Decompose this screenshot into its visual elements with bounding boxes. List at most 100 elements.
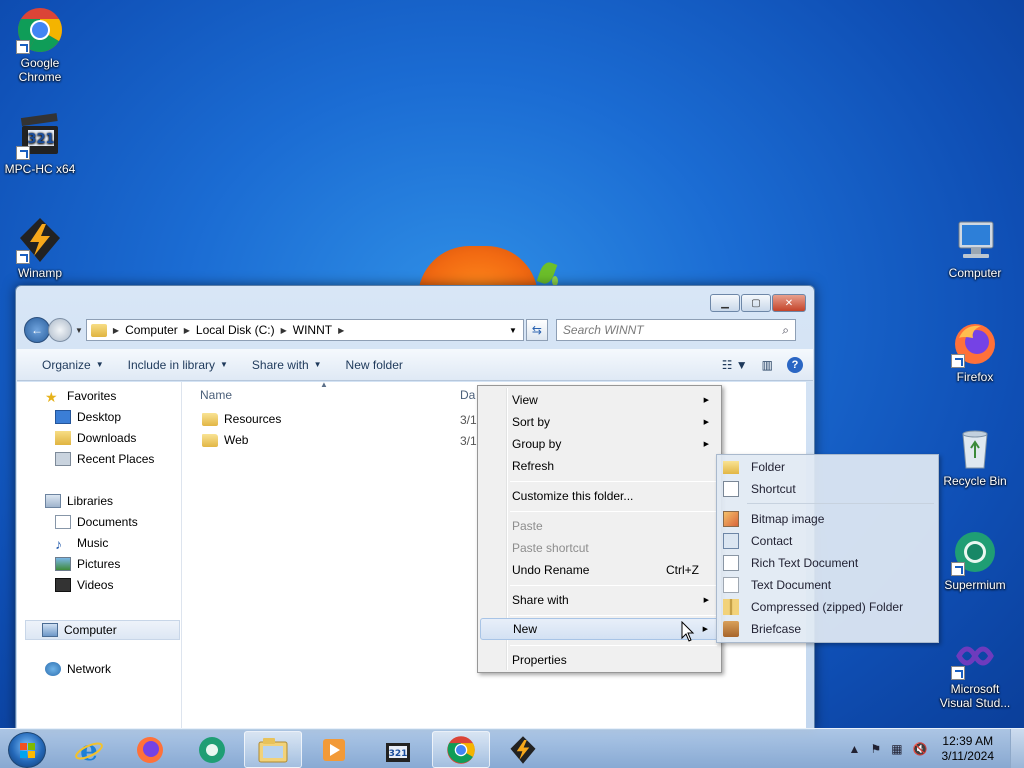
network-status-icon[interactable]: ▦ — [891, 742, 902, 756]
desktop-icon-computer[interactable]: Computer — [935, 216, 1015, 280]
desktop-icon-mpc-hc[interactable]: 321 MPC-HC x64 — [0, 112, 80, 176]
nav-videos[interactable]: Videos — [55, 578, 113, 592]
show-hidden-icons-icon[interactable]: ▲ — [849, 742, 861, 756]
back-button[interactable]: ← — [24, 317, 50, 343]
new-shortcut-item[interactable]: Shortcut — [719, 478, 796, 500]
shortcut-icon — [723, 481, 739, 497]
taskbar-file-explorer[interactable] — [244, 731, 302, 768]
taskbar-firefox[interactable] — [121, 731, 179, 768]
show-desktop-button[interactable] — [1010, 729, 1024, 768]
chevron-right-icon[interactable]: ▶ — [184, 326, 190, 335]
address-bar[interactable]: ▶ Computer ▶ Local Disk (C:) ▶ WINNT ▶ ▼ — [85, 319, 524, 341]
computer-icon — [42, 623, 58, 637]
menu-item-refresh[interactable]: Refresh — [480, 455, 719, 477]
new-text-item[interactable]: Text Document — [719, 574, 831, 596]
navigation-pane: ★ Favorites Desktop Downloads Recent Pla… — [17, 382, 182, 729]
chevron-right-icon[interactable]: ▶ — [338, 326, 344, 335]
address-dropdown[interactable]: ▼ — [509, 326, 523, 335]
nav-computer[interactable]: Computer — [25, 620, 180, 640]
desktop-icon-firefox[interactable]: Firefox — [935, 320, 1015, 384]
nav-desktop[interactable]: Desktop — [55, 410, 121, 424]
close-button[interactable]: ✕ — [772, 294, 806, 312]
file-name: Resources — [224, 412, 282, 426]
taskbar-winamp[interactable] — [494, 731, 552, 768]
supermium-icon — [199, 736, 225, 763]
nav-network[interactable]: Network — [45, 662, 111, 676]
desktop-icon-recycle-bin[interactable]: Recycle Bin — [935, 424, 1015, 488]
desktop-icon-label: Supermium — [944, 578, 1006, 592]
organize-button[interactable]: Organize ▼ — [17, 358, 116, 372]
caret-down-icon: ▼ — [95, 360, 104, 369]
new-bitmap-item[interactable]: Bitmap image — [719, 508, 824, 530]
breadcrumb-winnt[interactable]: WINNT — [293, 323, 332, 337]
recent-places-icon — [55, 452, 71, 466]
view-options-icon[interactable]: ☷ ▼ — [722, 358, 748, 372]
taskbar-mpc-hc[interactable]: 321 — [369, 731, 427, 768]
chevron-right-icon[interactable]: ▶ — [113, 326, 119, 335]
menu-item-view[interactable]: View ▶ — [480, 389, 719, 411]
new-briefcase-item[interactable]: Briefcase — [719, 618, 801, 640]
desktop-icon-supermium[interactable]: Supermium — [935, 528, 1015, 592]
menu-item-undo-rename[interactable]: Undo Rename Ctrl+Z — [480, 559, 719, 581]
maximize-button[interactable]: ▢ — [741, 294, 771, 312]
action-center-flag-icon[interactable]: ⚑ — [870, 742, 881, 756]
menu-item-properties[interactable]: Properties — [480, 649, 719, 671]
new-folder-item[interactable]: Folder — [719, 456, 785, 478]
refresh-button[interactable]: ⇆ — [525, 319, 548, 341]
file-row[interactable]: Web — [202, 433, 248, 447]
new-zip-item[interactable]: Compressed (zipped) Folder — [719, 596, 903, 618]
desktop-icon-chrome[interactable]: Google Chrome — [0, 6, 80, 84]
taskbar-chrome[interactable] — [432, 731, 490, 768]
nav-favorites[interactable]: ★ Favorites — [45, 389, 116, 405]
mpc-hc-icon: 321 — [386, 742, 410, 762]
briefcase-icon — [723, 621, 739, 637]
taskbar-internet-explorer[interactable]: e — [60, 731, 118, 768]
menu-item-group-by[interactable]: Group by ▶ — [480, 433, 719, 455]
desktop-icon-label: Firefox — [956, 370, 994, 384]
forward-button[interactable] — [48, 318, 72, 342]
menu-item-customize[interactable]: Customize this folder... — [480, 485, 719, 507]
nav-music[interactable]: ♪ Music — [55, 536, 108, 552]
nav-recent-places[interactable]: Recent Places — [55, 452, 154, 466]
file-row[interactable]: Resources — [202, 412, 281, 426]
taskbar-media-player[interactable] — [305, 731, 363, 768]
minimize-button[interactable]: ▁ — [710, 294, 740, 312]
start-button[interactable] — [8, 732, 46, 768]
include-in-library-button[interactable]: Include in library ▼ — [116, 358, 240, 372]
breadcrumb-computer[interactable]: Computer — [125, 323, 178, 337]
column-header-date[interactable]: Da — [460, 388, 475, 402]
menu-item-share-with[interactable]: Share with ▶ — [480, 589, 719, 611]
volume-muted-icon[interactable]: 🔇 — [913, 742, 928, 756]
caret-down-icon: ▼ — [313, 360, 322, 369]
taskbar-supermium[interactable] — [183, 731, 241, 768]
windows-logo-icon — [20, 743, 35, 758]
computer-icon — [951, 216, 999, 264]
menu-item-sort-by[interactable]: Sort by ▶ — [480, 411, 719, 433]
help-icon[interactable]: ? — [787, 356, 803, 373]
share-with-button[interactable]: Share with ▼ — [240, 358, 334, 372]
nav-libraries[interactable]: Libraries — [45, 494, 113, 508]
column-header-name[interactable]: Name — [200, 388, 232, 402]
search-input[interactable]: Search WINNT ⌕ — [555, 319, 796, 341]
folder-icon — [202, 433, 218, 447]
nav-documents[interactable]: Documents — [55, 515, 138, 529]
new-folder-button[interactable]: New folder — [334, 358, 415, 372]
desktop-icon-visual-studio[interactable]: Microsoft Visual Stud... — [935, 632, 1015, 710]
mpc-hc-icon: 321 — [16, 112, 64, 160]
recent-pages-dropdown[interactable]: ▼ — [75, 326, 83, 335]
nav-downloads[interactable]: Downloads — [55, 431, 136, 445]
breadcrumb-local-disk[interactable]: Local Disk (C:) — [196, 323, 275, 337]
sort-ascending-icon: ▲ — [320, 380, 328, 389]
preview-pane-icon[interactable]: ▥ — [762, 358, 773, 372]
desktop-icon-winamp[interactable]: Winamp — [0, 216, 80, 280]
nav-pictures[interactable]: Pictures — [55, 557, 120, 571]
chevron-right-icon[interactable]: ▶ — [281, 326, 287, 335]
text-document-icon — [723, 577, 739, 593]
menu-separator — [510, 645, 717, 646]
internet-explorer-icon: e — [75, 735, 103, 765]
new-contact-item[interactable]: Contact — [719, 530, 792, 552]
clock[interactable]: 12:39 AM 3/11/2024 — [942, 734, 995, 764]
new-rtf-item[interactable]: Rich Text Document — [719, 552, 858, 574]
menu-separator — [510, 615, 717, 616]
search-icon[interactable]: ⌕ — [782, 323, 789, 338]
